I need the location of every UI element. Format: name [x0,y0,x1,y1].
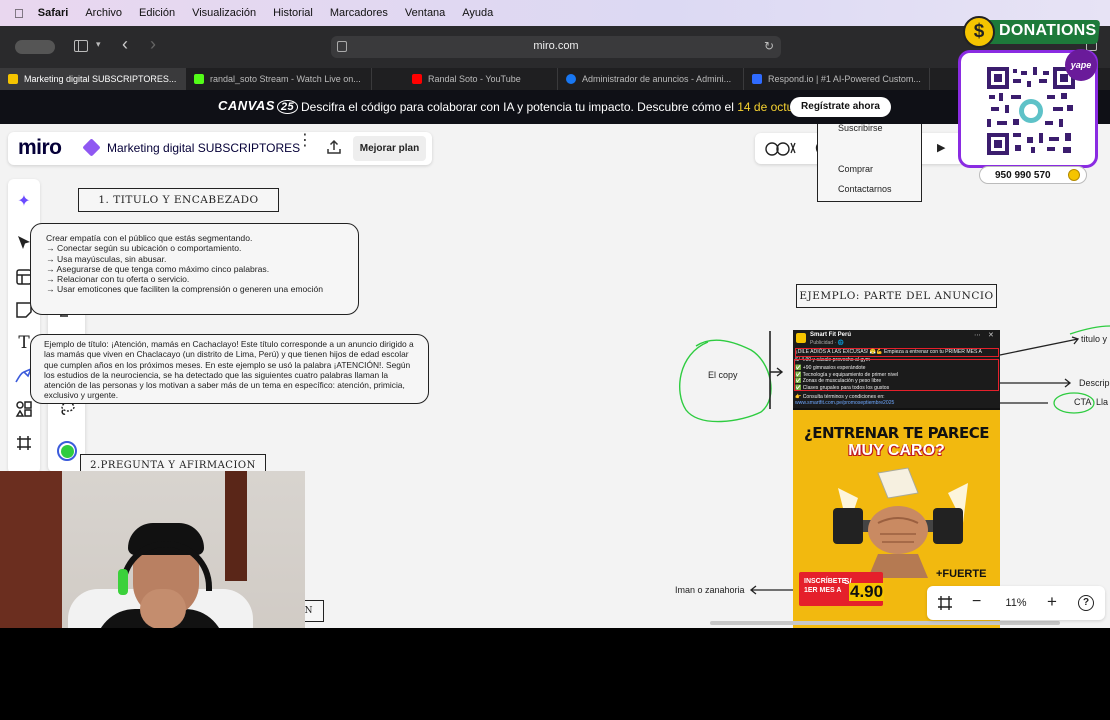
help-icon[interactable]: ? [1078,595,1094,611]
back-icon[interactable]: ‹ [122,34,128,55]
ad-headline-1: ¿ENTRENAR TE PARECE [804,424,989,442]
kick-favicon-icon [194,74,204,84]
zoom-level[interactable]: 11% [999,597,1033,609]
ad-copy-line: ¡DILE ADIÓS A LAS EXCUSAS! 😤💪 Empieza a … [795,348,999,357]
tab-meta-ads[interactable]: Administrador de anuncios - Admini... [558,68,744,90]
llamada-label[interactable]: Lla [1096,397,1108,407]
tab-kick[interactable]: randal_soto Stream - Watch Live on... [186,68,372,90]
descrip-label[interactable]: Descrip [1079,378,1110,388]
ad-copy-link[interactable]: www.smartfit.com.pe/promoseptiembre2025 [795,400,999,407]
tab-bar: Marketing digital SUBSCRIPTORES... randa… [0,68,1110,90]
menu-ventana[interactable]: Ventana [405,7,445,19]
donations-title: DONATIONS [999,22,1097,39]
ad-more-icon[interactable]: ⋯ [974,331,981,339]
macos-menubar:  Safari Archivo Edición Visualización H… [0,0,1110,26]
ad-sponsored: Publicidad · 🌐 [810,340,844,346]
reload-icon[interactable]: ↻ [764,39,774,53]
ad-copy-line: 👉 Consulta términos y condiciones en: [795,393,885,400]
fit-to-screen-icon[interactable] [937,595,953,616]
youtube-favicon-icon [412,74,422,84]
tab-label: Marketing digital SUBSCRIPTORES... [24,74,177,84]
tab-label: Administrador de anuncios - Admini... [582,74,732,84]
qr-code-image [987,67,1075,155]
ad-page-name: Smart Fit Perú [810,332,852,338]
tab-label: randal_soto Stream - Watch Live on... [210,74,361,84]
copy-circle-annotation [679,339,772,423]
menu-visualizacion[interactable]: Visualización [192,7,256,19]
ad-offer-box: INSCRÍBETE 1ER MES A S/ 4.90 [799,572,885,606]
copy-arrow [770,367,784,377]
respondio-favicon-icon [752,74,762,84]
iman-label[interactable]: Iman o zanahoria [675,585,745,595]
tab-respondio[interactable]: Respond.io | #1 AI-Powered Custom... [744,68,930,90]
menu-ayuda[interactable]: Ayuda [462,7,493,19]
sidebar-toggle-icon[interactable] [74,40,88,52]
phone-pill: 950 990 570 [979,166,1087,184]
yape-badge: yape [1065,49,1097,81]
webcam-hand [140,589,186,629]
canvas-logo-number: 25 [276,100,299,114]
meta-favicon-icon [566,74,576,84]
qr-card[interactable]: yape [958,49,1098,168]
url-text[interactable]: miro.com [331,40,781,52]
canvas-logo: CANVAS 25 [218,98,299,114]
forward-icon[interactable]: › [150,34,156,55]
menu-historial[interactable]: Historial [273,7,313,19]
coin-icon: $ [963,16,995,48]
zoom-panel: − 11% + ? [927,586,1105,620]
coin-small-icon [1068,169,1080,181]
zoom-in-button[interactable]: + [1047,592,1057,612]
menu-app-name[interactable]: Safari [38,7,69,19]
ad-screenshot[interactable]: Smart Fit Perú Publicidad · 🌐 ⋯ ✕ ¡DILE … [793,330,1000,628]
dumbbell-fist-image [833,467,968,578]
ad-page-avatar [796,333,806,343]
ad-offer-text-2: 1ER MES A [804,587,842,594]
ad-close-icon[interactable]: ✕ [988,331,994,339]
iman-arrow [749,585,793,595]
ad-offer-text-1: INSCRÍBETE [804,578,847,585]
banner-text-main: Descifra el código para colaborar con IA… [301,100,734,114]
tab-label: Respond.io | #1 AI-Powered Custom... [768,74,921,84]
menu-edicion[interactable]: Edición [139,7,175,19]
chevron-down-icon[interactable]: ▾ [96,39,101,50]
register-button[interactable]: Regístrate ahora [790,97,891,117]
titulo-arrow [999,336,1080,356]
ad-fuerte-text: +FUERTE [936,568,987,580]
webcam-headset-light [118,569,128,595]
phone-number: 950 990 570 [995,170,1051,181]
zoom-out-button[interactable]: − [972,593,981,611]
apple-icon[interactable]:  [14,6,24,21]
horizontal-scrollbar[interactable] [710,621,1060,625]
copy-label[interactable]: El copy [708,370,738,380]
sidebar-pill[interactable] [15,40,55,54]
descrip-arrow [1000,378,1072,388]
menu-marcadores[interactable]: Marcadores [330,7,388,19]
tab-youtube[interactable]: Randal Soto - YouTube [372,68,558,90]
canvas-logo-text: CANVAS [218,98,275,113]
ad-headline-2: MUY CARO? [848,442,945,459]
cta-label[interactable]: CTA [1074,397,1091,407]
tab-label: Randal Soto - YouTube [428,74,521,84]
banner-text: Descifra el código para colaborar con IA… [301,100,814,114]
promo-banner: CANVAS 25 Descifra el código para colabor… [0,90,1110,124]
ad-header: Smart Fit Perú Publicidad · 🌐 ⋯ ✕ ¡DILE … [793,330,1000,408]
screen-bottom-area [0,628,1110,720]
safari-toolbar: ▾ ‹ › miro.com ↻ [0,26,1110,68]
miro-favicon-icon [8,74,18,84]
tab-miro[interactable]: Marketing digital SUBSCRIPTORES... [0,68,186,90]
webcam-door-2 [225,471,247,581]
address-bar[interactable]: miro.com ↻ [331,36,781,58]
ad-offer-price: 4.90 [849,582,885,601]
titulo-label[interactable]: titulo y [1081,334,1107,344]
donations-overlay: $ DONATIONS yape 950 990 570 [955,14,1105,186]
titulo-curve-annotation [1069,325,1110,335]
ad-copy-highlight [794,359,999,391]
menu-archivo[interactable]: Archivo [85,7,122,19]
